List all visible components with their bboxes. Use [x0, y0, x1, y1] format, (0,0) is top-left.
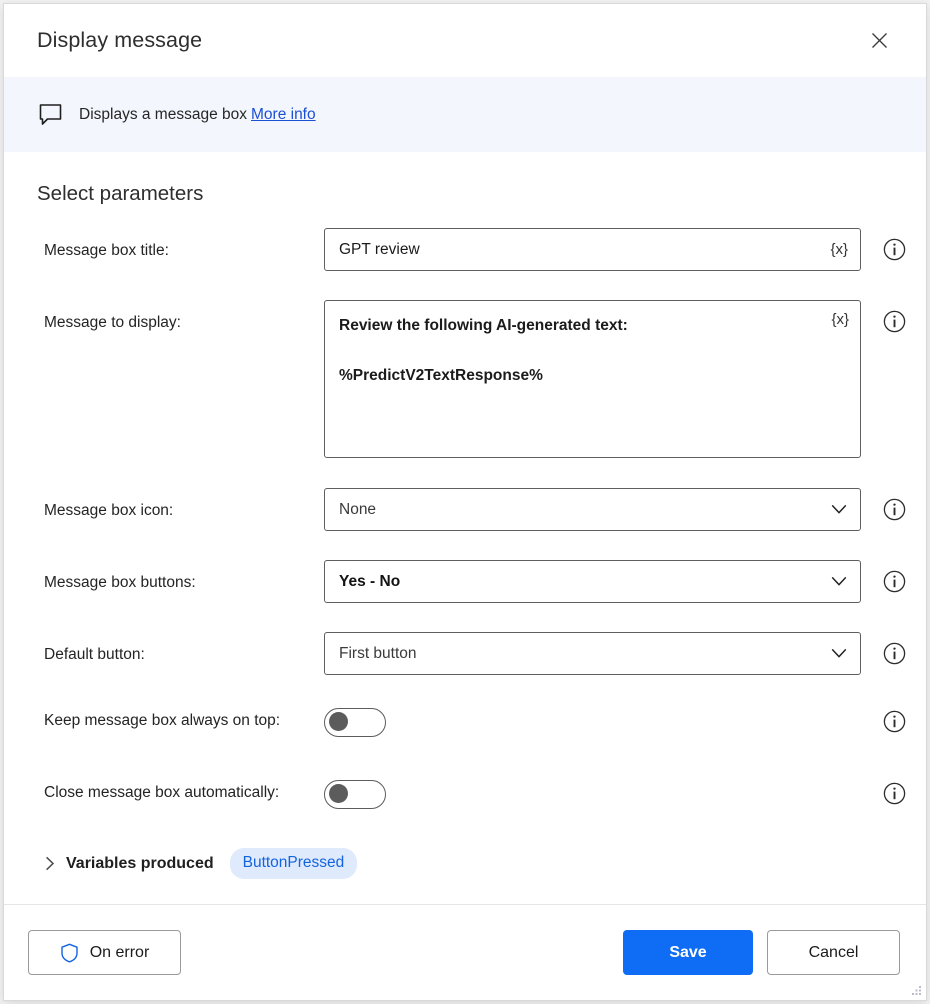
info-icon-message-to-display[interactable] [883, 310, 906, 333]
variables-produced-label[interactable]: Variables produced [66, 855, 214, 873]
variables-produced-section: Variables produced ButtonPressed [4, 848, 926, 879]
variable-picker-icon[interactable]: {x} [830, 242, 848, 257]
info-icon-message-box-title[interactable] [883, 238, 906, 261]
control-message-to-display: Review the following AI-generated text: … [324, 300, 861, 458]
control-message-box-icon: None [324, 488, 861, 531]
field-row-default-button: Default button: First button [4, 632, 926, 676]
label-message-box-icon: Message box icon: [44, 502, 174, 519]
field-row-message-box-icon: Message box icon: None [4, 488, 926, 532]
chevron-down-icon [830, 645, 848, 663]
description-banner: Displays a message box More info [4, 77, 926, 152]
section-title: Select parameters [37, 182, 204, 205]
display-message-dialog: Display message Displays a message box M… [3, 3, 927, 1001]
control-message-box-buttons: Yes - No [324, 560, 861, 603]
close-button[interactable] [856, 18, 902, 64]
dialog-title: Display message [37, 28, 203, 52]
cancel-label: Cancel [808, 943, 859, 961]
message-box-buttons-dropdown[interactable]: Yes - No [324, 560, 861, 603]
message-box-title-value: GPT review [339, 240, 420, 258]
field-row-close-automatically: Close message box automatically: [4, 776, 926, 820]
field-row-message-box-title: Message box title: GPT review {x} [4, 228, 926, 272]
footer-actions: Save Cancel [623, 930, 900, 975]
field-row-message-box-buttons: Message box buttons: Yes - No [4, 560, 926, 604]
toggle-knob [329, 712, 348, 732]
chevron-down-icon [830, 501, 848, 519]
banner-text: Displays a message box [79, 105, 247, 123]
on-error-button[interactable]: On error [28, 930, 181, 975]
message-box-icon-dropdown[interactable]: None [324, 488, 861, 531]
label-close-automatically: Close message box automatically: [44, 784, 280, 801]
on-error-label: On error [89, 943, 150, 961]
message-to-display-textarea[interactable]: Review the following AI-generated text: … [324, 300, 861, 458]
label-message-box-title: Message box title: [44, 242, 169, 259]
label-message-box-buttons: Message box buttons: [44, 574, 196, 591]
control-close-automatically [324, 776, 861, 809]
close-automatically-toggle[interactable] [324, 780, 386, 809]
dialog-titlebar: Display message [4, 4, 926, 77]
parameters-pane: Select parameters Message box title: GPT… [4, 152, 926, 904]
field-row-keep-on-top: Keep message box always on top: [4, 704, 926, 748]
save-label: Save [669, 943, 707, 961]
keep-on-top-toggle[interactable] [324, 708, 386, 737]
info-icon-close-automatically[interactable] [883, 782, 906, 805]
default-button-value: First button [339, 644, 417, 662]
variable-pill-buttonpressed[interactable]: ButtonPressed [229, 848, 358, 879]
info-icon-message-box-icon[interactable] [883, 498, 906, 521]
message-box-icon [37, 102, 63, 128]
label-default-button: Default button: [44, 646, 145, 663]
label-keep-on-top: Keep message box always on top: [44, 712, 281, 729]
shield-icon [60, 943, 79, 963]
message-box-title-input[interactable]: GPT review {x} [324, 228, 861, 271]
close-icon [871, 33, 887, 48]
label-message-to-display: Message to display: [44, 314, 181, 331]
info-icon-keep-on-top[interactable] [883, 710, 906, 733]
field-row-message-to-display: Message to display: Review the following… [4, 300, 926, 458]
default-button-dropdown[interactable]: First button [324, 632, 861, 675]
control-default-button: First button [324, 632, 861, 675]
message-box-icon-value: None [339, 500, 377, 518]
more-info-link[interactable]: More info [251, 106, 316, 124]
variable-picker-icon[interactable]: {x} [831, 312, 849, 327]
chevron-right-icon[interactable] [42, 856, 58, 872]
message-box-buttons-value: Yes - No [339, 572, 401, 590]
control-message-box-title: GPT review {x} [324, 228, 861, 271]
control-keep-on-top [324, 704, 861, 737]
info-icon-message-box-buttons[interactable] [883, 570, 906, 593]
chevron-down-icon [830, 573, 848, 591]
dialog-footer: On error Save Cancel [4, 904, 926, 1000]
save-button[interactable]: Save [623, 930, 753, 975]
parameters-form: Message box title: GPT review {x} Messag… [4, 228, 926, 904]
resize-grip[interactable] [908, 982, 922, 996]
toggle-knob [329, 784, 348, 804]
message-to-display-value: Review the following AI-generated text: … [339, 317, 628, 384]
info-icon-default-button[interactable] [883, 642, 906, 665]
cancel-button[interactable]: Cancel [767, 930, 900, 975]
